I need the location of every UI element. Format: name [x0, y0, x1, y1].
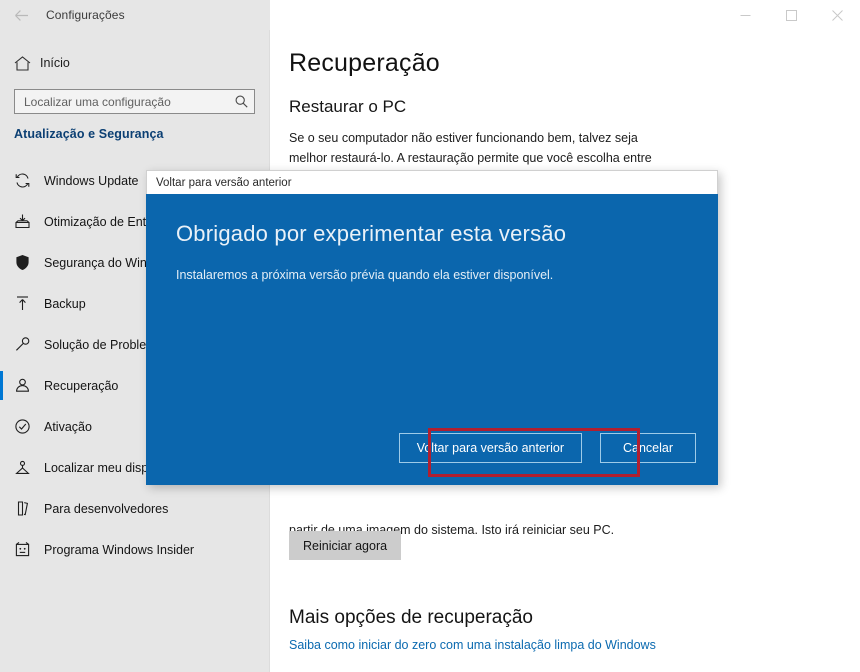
sidebar-item-label: Otimização de Entre — [44, 214, 158, 229]
selection-indicator — [0, 412, 3, 441]
backup-upload-icon — [14, 295, 44, 312]
sidebar-item-label: Localizar meu dispo — [44, 460, 156, 475]
sidebar-item-for-developers[interactable]: Para desenvolvedores — [0, 488, 270, 529]
minimize-button[interactable] — [722, 0, 768, 30]
reset-pc-heading: Restaurar o PC — [289, 97, 407, 116]
sync-icon — [14, 172, 44, 189]
find-device-icon — [14, 459, 44, 476]
sidebar-section-title: Atualização e Segurança — [14, 127, 164, 141]
selection-indicator — [0, 289, 3, 318]
dialog-heading: Obrigado por experimentar esta versão — [176, 221, 567, 246]
dialog-body: Obrigado por experimentar esta versão In… — [146, 194, 718, 485]
cancel-button[interactable]: Cancelar — [600, 433, 696, 463]
selection-indicator — [0, 371, 3, 400]
selection-indicator — [0, 453, 3, 482]
insider-icon — [14, 541, 44, 558]
page-title: Recuperação — [289, 49, 440, 77]
sidebar-item-home-label: Início — [40, 56, 70, 70]
go-back-previous-version-button[interactable]: Voltar para versão anterior — [398, 433, 582, 463]
settings-window: Configurações Início Localizar uma confi… — [0, 0, 860, 672]
fresh-start-link[interactable]: Saiba como iniciar do zero com uma insta… — [289, 638, 656, 652]
search-input[interactable]: Localizar uma configuração — [14, 89, 255, 114]
selection-indicator — [0, 330, 3, 359]
home-icon — [14, 55, 40, 71]
selection-indicator — [0, 166, 3, 195]
sidebar-item-label: Segurança do Winde — [44, 255, 161, 270]
search-placeholder: Localizar uma configuração — [24, 94, 171, 109]
app-title: Configurações — [46, 8, 125, 22]
selection-indicator — [0, 248, 3, 277]
maximize-button[interactable] — [768, 0, 814, 30]
sidebar-item-label: Programa Windows Insider — [44, 542, 195, 557]
dialog-message: Instalaremos a próxima versão prévia qua… — [176, 268, 554, 282]
close-button[interactable] — [814, 0, 860, 30]
selection-indicator — [0, 494, 3, 523]
restart-now-button[interactable]: Reiniciar agora — [289, 531, 402, 560]
sidebar-item-label: Backup — [44, 296, 86, 311]
dialog-titlebar: Voltar para versão anterior — [146, 170, 718, 194]
sidebar-item-label: Windows Update — [44, 173, 139, 188]
sidebar-item-home[interactable]: Início — [0, 47, 269, 79]
wrench-icon — [14, 336, 44, 353]
delivery-optimization-icon — [14, 213, 44, 230]
sidebar-item-windows-insider[interactable]: Programa Windows Insider — [0, 529, 270, 570]
back-arrow-icon[interactable] — [0, 0, 42, 30]
sidebar-item-label: Para desenvolvedores — [44, 501, 169, 516]
selection-indicator — [0, 535, 3, 564]
window-titlebar: Configurações — [0, 0, 860, 30]
check-circle-icon — [14, 418, 44, 435]
window-controls — [270, 0, 860, 30]
dialog-actions: Voltar para versão anterior Cancelar — [398, 433, 696, 463]
developer-icon — [14, 500, 44, 517]
sidebar-item-label: Recuperação — [44, 378, 119, 393]
dialog-title: Voltar para versão anterior — [156, 176, 292, 189]
selection-indicator — [0, 207, 3, 236]
recovery-icon — [14, 377, 44, 394]
titlebar-left-section: Configurações — [0, 0, 270, 30]
more-recovery-options-heading: Mais opções de recuperação — [289, 606, 533, 628]
go-back-dialog: Voltar para versão anterior Obrigado por… — [146, 170, 718, 485]
shield-icon — [14, 254, 44, 271]
sidebar-item-label: Solução de Problem — [44, 337, 157, 352]
sidebar-item-label: Ativação — [44, 419, 92, 434]
search-icon[interactable] — [235, 95, 248, 108]
